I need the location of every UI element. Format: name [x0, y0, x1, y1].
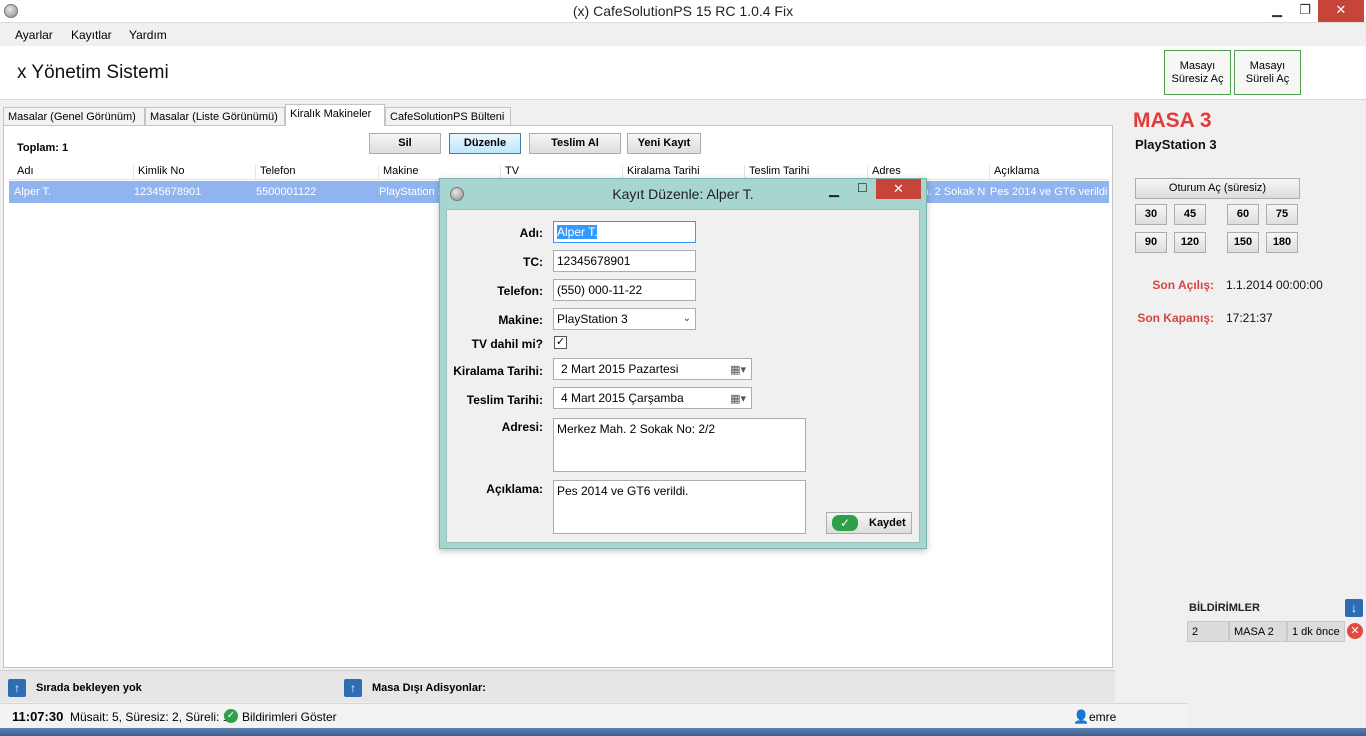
open-table-unlimited-button[interactable]: Masayı Süresiz Aç: [1164, 50, 1231, 95]
name-field[interactable]: Alper T.: [553, 221, 696, 243]
phone-label: Telefon:: [497, 284, 543, 298]
menu-ayarlar[interactable]: Ayarlar: [15, 28, 53, 42]
col-note[interactable]: Açıklama: [989, 165, 1039, 180]
duration-75-button[interactable]: 75: [1266, 204, 1298, 225]
last-close-value: 17:21:37: [1226, 311, 1273, 325]
dismiss-notification-icon[interactable]: ✕: [1347, 623, 1363, 639]
rent-date-value: 2 Mart 2015 Pazartesi: [561, 362, 679, 376]
duration-60-button[interactable]: 60: [1227, 204, 1259, 225]
save-label: Kaydet: [869, 517, 906, 529]
queue-bar: ↑ Sırada bekleyen yok ↑ Masa Dışı Adisyo…: [0, 670, 1115, 702]
queue-status: Sırada bekleyen yok: [36, 682, 142, 694]
last-close-label: Son Kapanış:: [1137, 311, 1214, 325]
cell-name: Alper T.: [14, 186, 52, 198]
arrow-up-icon[interactable]: ↑: [8, 679, 26, 697]
title-bar: (x) CafeSolutionPS 15 RC 1.0.4 Fix ▁ ❐ ✕: [0, 0, 1366, 23]
save-button[interactable]: ✓ Kaydet: [826, 512, 912, 534]
tab-rental-machines[interactable]: Kiralık Makineler: [285, 104, 385, 126]
rent-date-label: Kiralama Tarihi:: [453, 364, 543, 378]
close-button[interactable]: ✕: [1318, 0, 1364, 22]
return-button[interactable]: Teslim Al: [529, 133, 621, 154]
brand-title: x Yönetim Sistemi: [17, 62, 169, 83]
return-date-value: 4 Mart 2015 Çarşamba: [561, 391, 684, 405]
rent-date-picker[interactable]: 2 Mart 2015 Pazartesi ▦▾: [553, 358, 752, 380]
new-record-button[interactable]: Yeni Kayıt: [627, 133, 701, 154]
duration-120-button[interactable]: 120: [1174, 232, 1206, 253]
note-field[interactable]: Pes 2014 ve GT6 verildi.: [553, 480, 806, 534]
arrow-up-icon[interactable]: ↑: [344, 679, 362, 697]
last-open-value: 1.1.2014 00:00:00: [1226, 278, 1323, 292]
arrow-down-icon[interactable]: ↓: [1345, 599, 1363, 617]
duration-90-button[interactable]: 90: [1135, 232, 1167, 253]
edit-button[interactable]: Düzenle: [449, 133, 521, 154]
notification-no: 2: [1187, 621, 1229, 642]
dialog-title: Kayıt Düzenle: Alper T.: [612, 186, 754, 202]
show-notifications-link[interactable]: Bildirimleri Göster: [242, 710, 337, 724]
return-date-picker[interactable]: 4 Mart 2015 Çarşamba ▦▾: [553, 387, 752, 409]
total-count: Toplam: 1: [17, 142, 69, 154]
table-title: MASA 3: [1133, 109, 1212, 132]
dialog-body: Adı: Alper T. TC: 12345678901 Telefon: (…: [446, 209, 920, 543]
user-icon: 👤: [1073, 709, 1090, 724]
address-field[interactable]: Merkez Mah. 2 Sokak No: 2/2: [553, 418, 806, 472]
notification-table: MASA 2: [1229, 621, 1287, 642]
address-label: Adresi:: [501, 420, 543, 434]
outside-bills-label: Masa Dışı Adisyonlar:: [372, 682, 486, 694]
dialog-maximize-button[interactable]: ☐: [857, 181, 868, 195]
table-status-summary: Müsait: 5, Süresiz: 2, Süreli: 1: [70, 710, 230, 724]
tab-tables-general[interactable]: Masalar (Genel Görünüm): [3, 107, 145, 126]
return-date-label: Teslim Tarihi:: [466, 393, 543, 407]
cell-id: 12345678901: [134, 186, 202, 198]
col-name[interactable]: Adı: [13, 165, 34, 180]
chevron-down-icon: ⌄: [682, 313, 691, 324]
name-label: Adı:: [519, 226, 543, 240]
cell-note: Pes 2014 ve GT6 verildi.: [990, 186, 1108, 198]
duration-30-button[interactable]: 30: [1135, 204, 1167, 225]
note-label: Açıklama:: [486, 482, 543, 496]
last-open-label: Son Açılış:: [1152, 278, 1214, 292]
os-taskbar: [0, 728, 1366, 736]
current-user: emre: [1089, 710, 1117, 724]
machine-select[interactable]: PlayStation 3 ⌄: [553, 308, 696, 330]
minimize-button[interactable]: ▁: [1262, 0, 1292, 22]
tab-bulletin[interactable]: CafeSolutionPS Bülteni: [385, 107, 511, 126]
table-machine: PlayStation 3: [1135, 137, 1217, 152]
tv-checkbox[interactable]: ✓: [554, 336, 567, 349]
name-value: Alper T.: [557, 225, 598, 239]
tc-label: TC:: [523, 255, 543, 269]
notification-time: 1 dk önce: [1287, 621, 1345, 642]
delete-button[interactable]: Sil: [369, 133, 441, 154]
col-phone[interactable]: Telefon: [255, 165, 295, 180]
status-bar: 11:07:30 Müsait: 5, Süresiz: 2, Süreli: …: [0, 703, 1187, 727]
machine-select-value: PlayStation 3: [557, 312, 628, 326]
menu-bar: Ayarlar Kayıtlar Yardım: [0, 24, 1366, 46]
col-id[interactable]: Kimlik No: [133, 165, 184, 180]
header: x Yönetim Sistemi Masayı Süresiz Aç Masa…: [0, 46, 1366, 100]
clock: 11:07:30: [12, 709, 64, 724]
tv-label: TV dahil mi?: [471, 337, 543, 351]
maximize-button[interactable]: ❐: [1290, 0, 1320, 22]
check-icon[interactable]: ✓: [224, 709, 238, 723]
window-title: (x) CafeSolutionPS 15 RC 1.0.4 Fix: [572, 3, 794, 19]
menu-kayitlar[interactable]: Kayıtlar: [71, 28, 112, 42]
dialog-minimize-button[interactable]: ▁: [829, 182, 839, 198]
tc-field[interactable]: 12345678901: [553, 250, 696, 272]
check-icon: ✓: [832, 515, 858, 531]
col-machine[interactable]: Makine: [378, 165, 418, 180]
open-session-button[interactable]: Oturum Aç (süresiz): [1135, 178, 1300, 199]
calendar-icon[interactable]: ▦▾: [730, 363, 746, 376]
cell-phone: 5500001122: [256, 186, 317, 198]
open-table-timed-button[interactable]: Masayı Süreli Aç: [1234, 50, 1301, 95]
dialog-close-button[interactable]: ✕: [876, 179, 921, 199]
duration-180-button[interactable]: 180: [1266, 232, 1298, 253]
edit-record-dialog: Kayıt Düzenle: Alper T. ▁ ☐ ✕ Adı: Alper…: [439, 178, 927, 549]
machine-label: Makine:: [498, 313, 543, 327]
phone-field[interactable]: (550) 000-11-22: [553, 279, 696, 301]
menu-yardim[interactable]: Yardım: [129, 28, 167, 42]
tab-tables-list[interactable]: Masalar (Liste Görünümü): [145, 107, 285, 126]
notifications-title: BİLDİRİMLER: [1189, 602, 1260, 614]
duration-150-button[interactable]: 150: [1227, 232, 1259, 253]
duration-45-button[interactable]: 45: [1174, 204, 1206, 225]
calendar-icon[interactable]: ▦▾: [730, 392, 746, 405]
